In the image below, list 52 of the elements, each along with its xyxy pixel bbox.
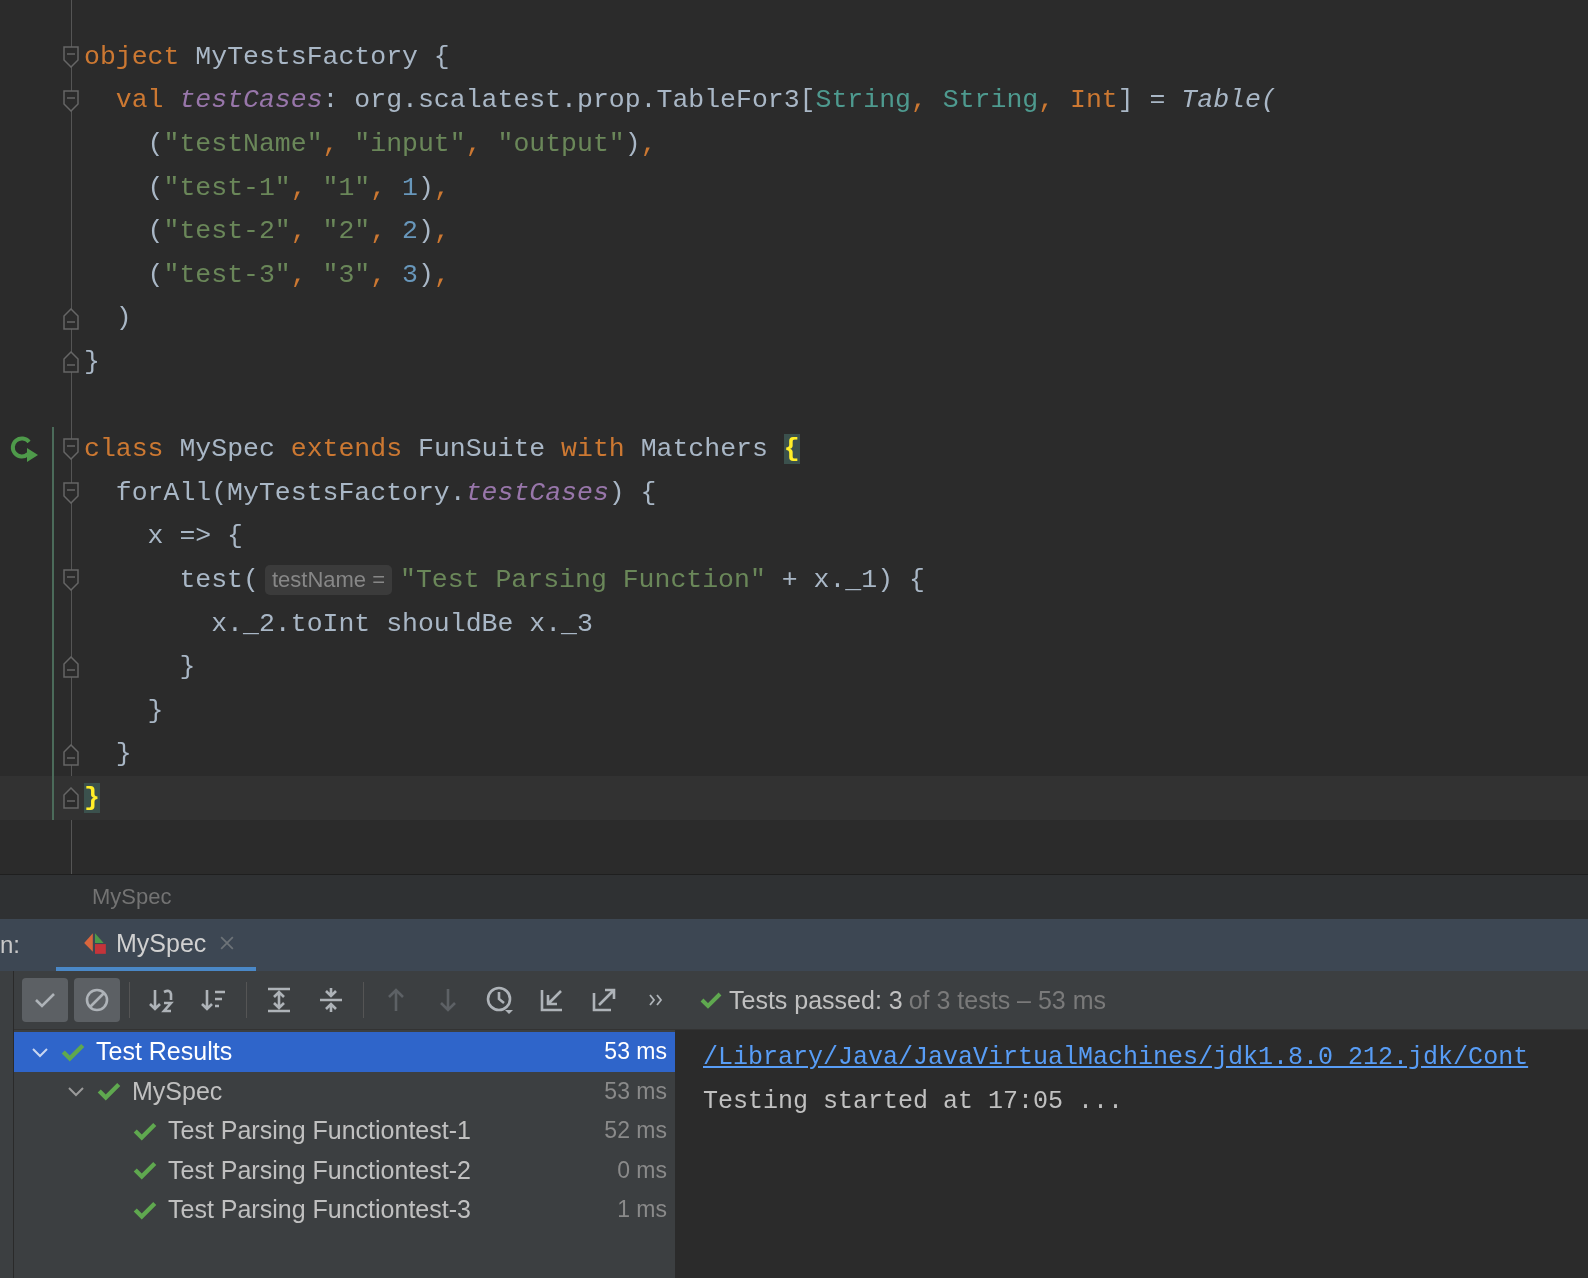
tree-row[interactable]: Test Parsing Functiontest-2 0 ms (14, 1150, 675, 1190)
test-duration: 52 ms (604, 1117, 667, 1145)
code-line: ("test-2", "2", 2), (146, 216, 450, 247)
test-status: Tests passed: 3 (729, 985, 903, 1015)
code-line: object MyTestsFactory { (84, 41, 450, 72)
code-line: } (114, 739, 132, 770)
check-icon[interactable] (22, 978, 68, 1022)
test-name: Test Parsing Functiontest-1 (168, 1116, 472, 1146)
console-output: Testing started at 17:05 ... (703, 1086, 1125, 1118)
tool-window-label: n: (0, 931, 20, 959)
test-name: Test Results (96, 1037, 234, 1067)
code-line: } (178, 652, 196, 683)
fold-icon[interactable] (63, 569, 79, 592)
tree-row[interactable]: MySpec 53 ms (14, 1071, 675, 1111)
ban-icon[interactable] (74, 978, 120, 1022)
code-line: ("testName", "input", "output"), (146, 129, 657, 159)
fold-end-icon[interactable] (63, 307, 79, 330)
test-duration: 53 ms (604, 1038, 667, 1066)
test-name: MySpec (132, 1076, 224, 1106)
code-line: forAll(MyTestsFactory.testCases) { (114, 477, 657, 508)
code-line: ("test-3", "3", 3), (146, 259, 450, 290)
code-line: "Test Parsing Function" + x._1) { (400, 564, 925, 595)
jdk-path-link[interactable]: /Library/Java/JavaVirtualMachines/jdk1.8.0_212.jdk/Cont (703, 1036, 1529, 1080)
fold-icon[interactable] (63, 46, 79, 68)
code-line: class MySpec extends FunSuite with Matchers { (84, 434, 800, 465)
test-summary: of 3 tests – 53 ms (908, 985, 1107, 1015)
tree-row[interactable]: Test Parsing Functiontest-3 1 ms (14, 1190, 675, 1230)
fold-icon[interactable] (63, 481, 79, 504)
tree-row[interactable]: Test Parsing Functiontest-1 52 ms (14, 1111, 675, 1151)
test-duration: 53 ms (604, 1077, 667, 1105)
code-line: val testCases: org.scalatest.prop.TableFor3[String, String, Int] = Table( (114, 85, 1277, 116)
fold-end-icon[interactable] (63, 743, 79, 766)
close-icon[interactable] (220, 936, 235, 950)
tree-row[interactable]: Test Results 53 ms (14, 1032, 675, 1072)
fold-end-icon[interactable] (63, 656, 79, 679)
code-line: ("test-1", "1", 1), (146, 172, 450, 203)
parameter-hint: testName = (264, 564, 393, 595)
code-line: test( (178, 564, 259, 595)
code-line: } (84, 346, 100, 377)
code-line: } (146, 695, 164, 726)
code-line: ) (114, 303, 132, 334)
test-name: Test Parsing Functiontest-2 (168, 1155, 472, 1185)
code-line: x._2.toInt shouldBe x._3 (210, 608, 593, 639)
test-duration: 0 ms (617, 1156, 667, 1184)
run-test-icon[interactable] (9, 434, 39, 465)
fold-icon[interactable] (63, 89, 79, 112)
fold-icon[interactable] (63, 438, 79, 461)
fold-end-icon[interactable] (63, 351, 79, 374)
test-duration: 1 ms (617, 1196, 667, 1224)
test-name: Test Parsing Functiontest-3 (168, 1195, 472, 1225)
code-line: x => { (146, 521, 244, 552)
fold-end-icon[interactable] (63, 787, 79, 810)
